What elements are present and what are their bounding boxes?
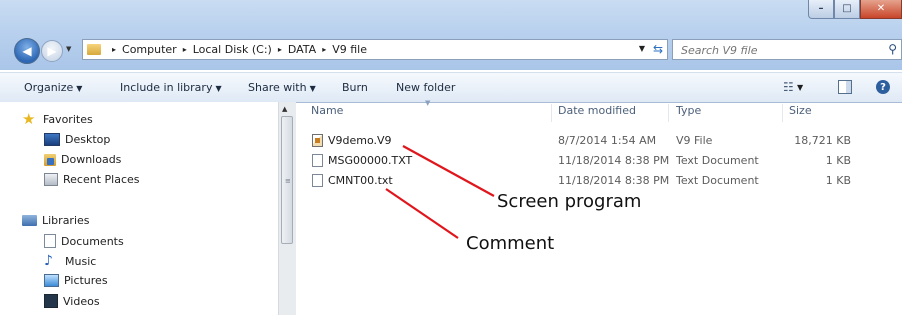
screen-program-callout: Screen program <box>497 191 642 212</box>
explorer-window: – □ ✕ ◀ ▶ ▼ ▸ Computer ▸ Local Disk (C:)… <box>0 0 902 315</box>
annotation-overlay <box>385 145 495 239</box>
comment-callout: Comment <box>466 233 555 254</box>
screen-program-callout-line <box>402 145 495 197</box>
comment-callout-line <box>385 188 459 239</box>
